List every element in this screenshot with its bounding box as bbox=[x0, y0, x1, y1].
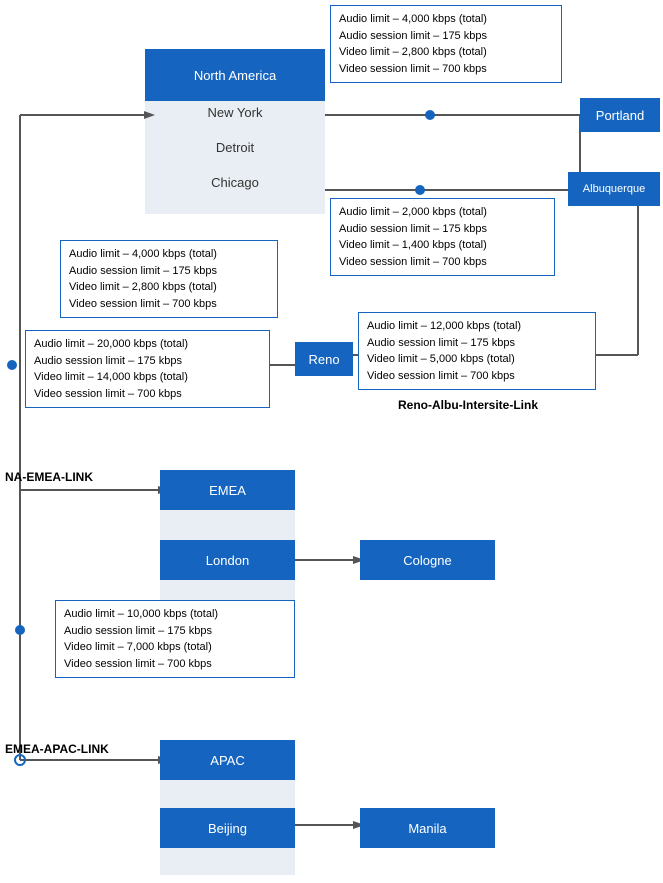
info-na-left-upper: Audio limit – 4,000 kbps (total) Audio s… bbox=[60, 240, 278, 318]
diagram: North America New York Detroit Chicago P… bbox=[0, 0, 663, 883]
info-na-left-lower: Audio limit – 20,000 kbps (total) Audio … bbox=[25, 330, 270, 408]
na-emea-link-label: NA-EMEA-LINK bbox=[5, 470, 93, 484]
north-america-box: North America bbox=[145, 49, 325, 101]
emea-box: EMEA bbox=[160, 470, 295, 510]
info-top-right: Audio limit – 4,000 kbps (total) Audio s… bbox=[330, 5, 562, 83]
portland-box: Portland bbox=[580, 98, 660, 132]
reno-albu-link-label: Reno-Albu-Intersite-Link bbox=[398, 398, 538, 412]
apac-box: APAC bbox=[160, 740, 295, 780]
london-box: London bbox=[160, 540, 295, 580]
info-reno-right: Audio limit – 12,000 kbps (total) Audio … bbox=[358, 312, 596, 390]
albuquerque-box: Albuquerque bbox=[568, 172, 660, 206]
cologne-box: Cologne bbox=[360, 540, 495, 580]
city-chicago: Chicago bbox=[145, 175, 325, 190]
beijing-box: Beijing bbox=[160, 808, 295, 848]
city-new-york: New York bbox=[145, 105, 325, 120]
info-chicago-right: Audio limit – 2,000 kbps (total) Audio s… bbox=[330, 198, 555, 276]
reno-box: Reno bbox=[295, 342, 353, 376]
info-emea-left: Audio limit – 10,000 kbps (total) Audio … bbox=[55, 600, 295, 678]
emea-apac-link-label: EMEA-APAC-LINK bbox=[5, 742, 109, 756]
manila-box: Manila bbox=[360, 808, 495, 848]
city-detroit: Detroit bbox=[145, 140, 325, 155]
